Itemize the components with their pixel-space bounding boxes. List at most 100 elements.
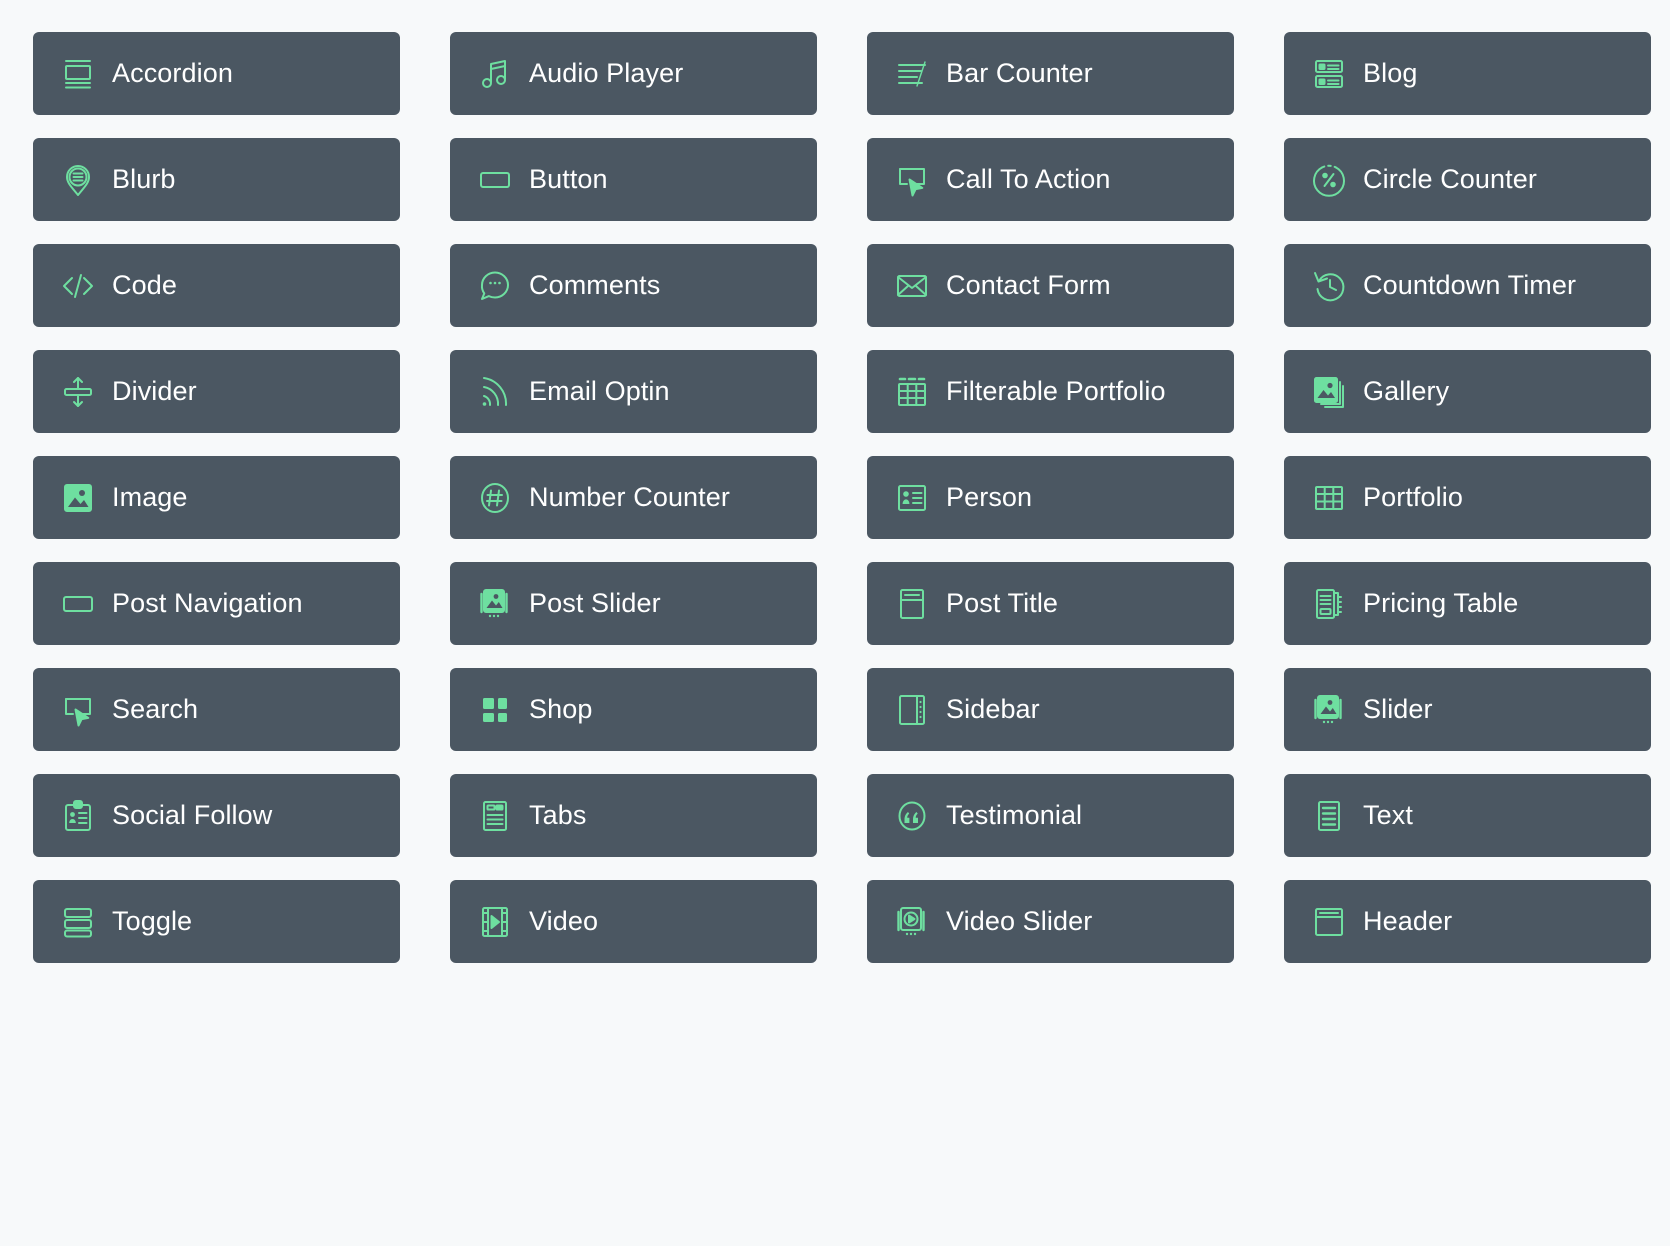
module-label: Testimonial (946, 800, 1083, 830)
module-label: Header (1363, 906, 1453, 936)
gallery-stack-icon (1307, 370, 1351, 414)
blurb-pin-icon (56, 158, 100, 202)
module-label: Bar Counter (946, 58, 1093, 88)
module-label: Blurb (112, 164, 176, 194)
speech-bubble-icon (473, 264, 517, 308)
module-card-button[interactable]: Button (450, 138, 817, 221)
divider-arrows-icon (56, 370, 100, 414)
blog-list-icon (1307, 52, 1351, 96)
hash-circle-icon (473, 476, 517, 520)
module-label: Accordion (112, 58, 233, 88)
quote-circle-icon (890, 794, 934, 838)
module-card-number-counter[interactable]: Number Counter (450, 456, 817, 539)
module-card-shop[interactable]: Shop (450, 668, 817, 751)
module-card-audio-player[interactable]: Audio Player (450, 32, 817, 115)
module-label: Slider (1363, 694, 1433, 724)
module-card-post-title[interactable]: Post Title (867, 562, 1234, 645)
module-label: Video Slider (946, 906, 1093, 936)
module-card-post-navigation[interactable]: Post Navigation (33, 562, 400, 645)
module-card-tabs[interactable]: Tabs (450, 774, 817, 857)
module-card-person[interactable]: Person (867, 456, 1234, 539)
image-stack-dots-icon (1307, 688, 1351, 732)
circle-percent-icon (1307, 158, 1351, 202)
module-card-gallery[interactable]: Gallery (1284, 350, 1651, 433)
clock-rewind-icon (1307, 264, 1351, 308)
accordion-icon (56, 52, 100, 96)
module-card-call-to-action[interactable]: Call To Action (867, 138, 1234, 221)
module-card-pricing-table[interactable]: Pricing Table (1284, 562, 1651, 645)
person-card-icon (890, 476, 934, 520)
module-label: Post Slider (529, 588, 661, 618)
pricing-table-icon (1307, 582, 1351, 626)
module-card-contact-form[interactable]: Contact Form (867, 244, 1234, 327)
four-squares-icon (473, 688, 517, 732)
module-card-header[interactable]: Header (1284, 880, 1651, 963)
cursor-click-icon (56, 688, 100, 732)
module-label: Call To Action (946, 164, 1111, 194)
module-label: Portfolio (1363, 482, 1463, 512)
module-label: Divider (112, 376, 197, 406)
grid-table-icon (890, 370, 934, 414)
module-card-comments[interactable]: Comments (450, 244, 817, 327)
module-card-image[interactable]: Image (33, 456, 400, 539)
module-card-accordion[interactable]: Accordion (33, 32, 400, 115)
film-play-icon (473, 900, 517, 944)
module-label: Post Title (946, 588, 1059, 618)
module-label: Video (529, 906, 599, 936)
module-label: Comments (529, 270, 661, 300)
module-card-toggle[interactable]: Toggle (33, 880, 400, 963)
button-rect-icon (473, 158, 517, 202)
module-label: Gallery (1363, 376, 1450, 406)
module-card-circle-counter[interactable]: Circle Counter (1284, 138, 1651, 221)
module-card-video[interactable]: Video (450, 880, 817, 963)
module-label: Search (112, 694, 199, 724)
module-card-portfolio[interactable]: Portfolio (1284, 456, 1651, 539)
module-card-social-follow[interactable]: Social Follow (33, 774, 400, 857)
bar-lines-icon (890, 52, 934, 96)
module-label: Social Follow (112, 800, 273, 830)
module-card-countdown-timer[interactable]: Countdown Timer (1284, 244, 1651, 327)
module-card-search[interactable]: Search (33, 668, 400, 751)
module-label: Pricing Table (1363, 588, 1519, 618)
sidebar-icon (890, 688, 934, 732)
module-label: Text (1363, 800, 1413, 830)
code-brackets-icon (56, 264, 100, 308)
image-stack-dots-icon (473, 582, 517, 626)
module-label: Blog (1363, 58, 1418, 88)
module-card-sidebar[interactable]: Sidebar (867, 668, 1234, 751)
module-label: Sidebar (946, 694, 1040, 724)
module-label: Button (529, 164, 608, 194)
module-label: Person (946, 482, 1033, 512)
module-card-code[interactable]: Code (33, 244, 400, 327)
module-label: Number Counter (529, 482, 730, 512)
cursor-click-icon (890, 158, 934, 202)
module-card-video-slider[interactable]: Video Slider (867, 880, 1234, 963)
module-card-blog[interactable]: Blog (1284, 32, 1651, 115)
tabs-document-icon (473, 794, 517, 838)
module-card-slider[interactable]: Slider (1284, 668, 1651, 751)
grid-cells-icon (1307, 476, 1351, 520)
module-card-testimonial[interactable]: Testimonial (867, 774, 1234, 857)
module-label: Shop (529, 694, 593, 724)
module-card-bar-counter[interactable]: Bar Counter (867, 32, 1234, 115)
module-card-text[interactable]: Text (1284, 774, 1651, 857)
module-label: Circle Counter (1363, 164, 1537, 194)
module-label: Tabs (529, 800, 587, 830)
module-label: Code (112, 270, 177, 300)
music-note-icon (473, 52, 517, 96)
module-card-divider[interactable]: Divider (33, 350, 400, 433)
module-label: Toggle (112, 906, 193, 936)
social-clipboard-icon (56, 794, 100, 838)
module-grid: Accordion Audio Player Bar Counter Blog Blur… (0, 0, 1670, 963)
video-slider-icon (890, 900, 934, 944)
module-card-post-slider[interactable]: Post Slider (450, 562, 817, 645)
module-card-email-optin[interactable]: Email Optin (450, 350, 817, 433)
text-lines-icon (1307, 794, 1351, 838)
module-card-blurb[interactable]: Blurb (33, 138, 400, 221)
module-label: Countdown Timer (1363, 270, 1577, 300)
module-card-filterable-portfolio[interactable]: Filterable Portfolio (867, 350, 1234, 433)
module-label: Contact Form (946, 270, 1111, 300)
toggle-stack-icon (56, 900, 100, 944)
module-label: Audio Player (529, 58, 684, 88)
post-title-icon (890, 582, 934, 626)
